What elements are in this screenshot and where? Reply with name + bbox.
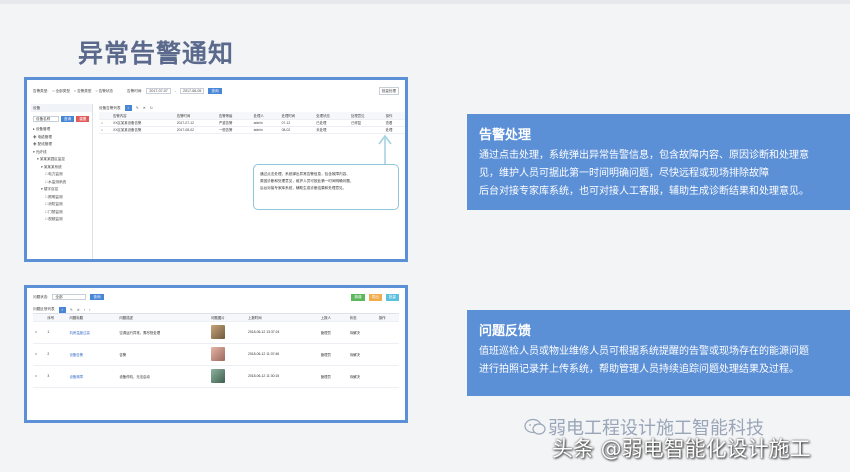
delete-icon[interactable]: ✕ (143, 106, 146, 110)
tree-item[interactable]: ▸ 设备管理 (33, 126, 92, 134)
edit-icon[interactable]: ✎ (136, 106, 139, 110)
tree-item[interactable]: ✚ 电缆管理 (33, 134, 92, 142)
feedback-table: 序号 问题标题 问题描述 问题图片 上报时间 上报人 状态 操作 □ 1 机房温… (33, 314, 399, 388)
problem-photo-thumbnail[interactable] (211, 346, 226, 361)
slide-title: 异常告警通知 (78, 39, 235, 68)
date-to-input[interactable]: 2017-08-05 (179, 88, 205, 94)
radio-type[interactable]: ○ 告警类型 (74, 89, 92, 94)
alarm-query-button[interactable]: 查询 (208, 88, 222, 94)
sidebar-title: 设备 (31, 104, 92, 112)
pager-next-icon[interactable]: › (89, 308, 90, 312)
edit-icon[interactable]: ✎ (70, 308, 73, 312)
radio-status[interactable]: ○ 告警状态 (95, 89, 113, 94)
table-row[interactable]: □ 3 设备故障 设备停机，无法启动 2018-06-12 11:30:15 管… (33, 365, 399, 388)
tree-item[interactable]: □ 门禁监测 (33, 209, 92, 217)
table-row[interactable]: □ 2 设备告警 告警 2018-06-12 11:37:46 管理员 待解决 (33, 343, 399, 366)
tree-item[interactable]: ▾ 光纤线 (33, 149, 92, 157)
table-row[interactable]: □ 1 机房温度过高 空调运行异常，需尽快处理 2018-06-12 13:37… (33, 321, 399, 344)
panel-title: 告警处理 (479, 128, 532, 143)
panel-body: 值班巡检人员或物业维修人员可根据系统提醒的告警或现场存在的能源问题 进行拍照记录… (479, 346, 809, 375)
alarm-screenshot: 告警类型: ○ 全部类型 ○ 告警类型 ○ 告警状态 告警时间: 2017-07… (24, 77, 408, 262)
problem-status-select[interactable]: 全部 (52, 294, 87, 300)
table-row[interactable]: ○ XX区某某设备告警 2017-07-12 严重告警 admin 07-12 … (99, 119, 405, 127)
tree-item[interactable]: □ 消防监测 (33, 201, 92, 209)
refresh-icon[interactable]: ↻ (150, 106, 153, 110)
tree-item[interactable]: □ 水监测系统 (33, 179, 92, 187)
tree-item[interactable]: □ 电力监测 (33, 171, 92, 179)
feedback-tab-button[interactable]: ▪ (58, 306, 66, 313)
sidebar-reset-button[interactable]: 重置 (76, 116, 90, 122)
alarm-info-callout: 通过点击处理，系统弹出异常告警信息，包含故障内容、 原因诊断和处理意见，维护人员… (253, 164, 399, 210)
tree-item[interactable]: ▾ 楼宇自控 (33, 186, 92, 194)
alarm-handling-panel: 告警处理 通过点击处理，系统弹出异常告警信息，包含故障内容、原因诊断和处理意 见… (467, 114, 850, 210)
feedback-list-title: 问题反馈列表 (33, 307, 55, 311)
problem-feedback-panel: 问题反馈 值班巡检人员或物业维修人员可根据系统提醒的告警或现场存在的能源问题 进… (467, 310, 850, 396)
feedback-screenshot: 问题状态: 全部 查询 新增 导出 批量 问题反馈列表 ▪ ✎ ✕ ‹ › 序号… (24, 285, 408, 423)
tree-item[interactable]: □ 视频监测 (33, 216, 92, 224)
top-divider (0, 0, 850, 4)
tree-item[interactable]: ▾ 某某某园区监控 (33, 156, 92, 164)
arrow-up-icon (378, 134, 392, 164)
alarm-filter-bar: 告警类型: ○ 全部类型 ○ 告警类型 ○ 告警状态 告警时间: 2017-07… (27, 86, 405, 96)
batch-button[interactable]: 批量 (385, 293, 399, 301)
alarm-time-label: 告警时间: (127, 88, 143, 93)
date-from-input[interactable]: 2017-07-07 (146, 88, 171, 94)
add-button[interactable]: 新增 (351, 293, 365, 301)
feedback-query-button[interactable]: 查询 (90, 294, 104, 300)
pager-prev-icon[interactable]: ‹ (84, 308, 85, 312)
sidebar-search-input[interactable]: 设备名称 (33, 116, 59, 122)
panel-body: 通过点击处理，系统弹出异常告警信息，包含故障内容、原因诊断和处理意 见，维护人员… (479, 150, 809, 197)
problem-photo-thumbnail[interactable] (211, 324, 226, 339)
problem-photo-thumbnail[interactable] (211, 368, 226, 383)
wechat-icon (524, 418, 546, 435)
export-button[interactable]: 导出 (368, 293, 382, 301)
problem-status-label: 问题状态: (33, 294, 49, 299)
device-sidebar: 设备 设备名称 查询 重置 ▸ 设备管理 ✚ 电缆管理 ✚ 配线管理 ▾ 光纤线… (31, 104, 93, 259)
batch-process-button[interactable]: 批量处理 (378, 87, 399, 95)
sidebar-query-button[interactable]: 查询 (61, 116, 75, 122)
alarm-type-label: 告警类型: (33, 88, 49, 93)
table-header-row: 告警内容 告警时间 告警等级 处理人 处理时间 处理状态 处理意见 操作 (99, 112, 405, 120)
alarm-list-title: 设备告警列表 (99, 105, 121, 110)
feedback-filter-bar: 问题状态: 全部 查询 新增 导出 批量 (27, 292, 405, 302)
view-link[interactable]: 查看 (383, 119, 405, 127)
tree-item[interactable]: ✚ 配线管理 (33, 141, 92, 149)
tree-item[interactable]: ▾ 某某某系统 (33, 164, 92, 172)
watermark-toutiao: 头条 @弱电智能化设计施工 (552, 437, 811, 461)
tree-item[interactable]: □ 照明监测 (33, 194, 92, 202)
alarm-table: 告警内容 告警时间 告警等级 处理人 处理时间 处理状态 处理意见 操作 ○ X… (99, 112, 405, 134)
alarm-tab-button[interactable]: ▪ (124, 105, 132, 111)
table-row[interactable]: ○ XX区某某设备告警 2017-08-02 一般告警 admin 08-02 … (99, 126, 405, 134)
radio-all[interactable]: ○ 全部类型 (52, 89, 70, 94)
table-header-row: 序号 问题标题 问题描述 问题图片 上报时间 上报人 状态 操作 (33, 314, 399, 322)
delete-icon[interactable]: ✕ (77, 308, 80, 312)
panel-title: 问题反馈 (479, 324, 532, 339)
